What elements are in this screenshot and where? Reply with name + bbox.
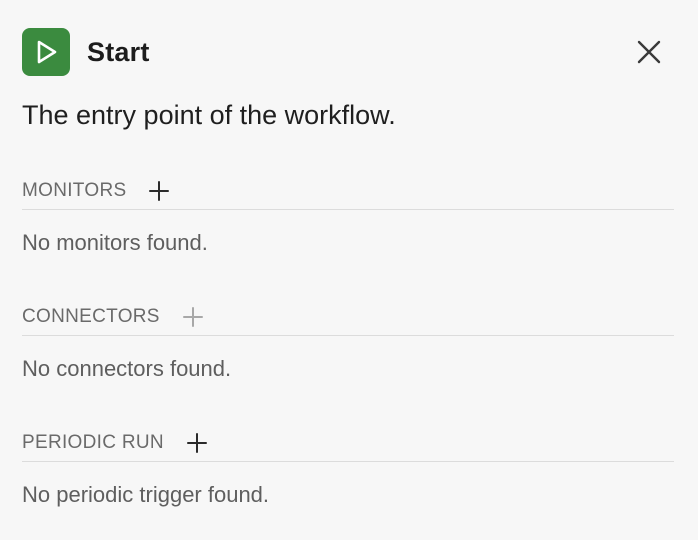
periodic-run-empty-text: No periodic trigger found. xyxy=(22,482,270,507)
panel-title: Start xyxy=(87,36,150,67)
close-icon[interactable] xyxy=(636,39,662,65)
section-label-periodic-run: PERIODIC RUN xyxy=(22,432,164,453)
monitors-empty-text: No monitors found. xyxy=(22,230,208,255)
play-icon xyxy=(22,28,70,76)
add-monitor-plus-icon[interactable] xyxy=(148,180,170,202)
monitors-section-header: MONITORS xyxy=(22,173,674,210)
connectors-section: CONNECTORS No connectors found. xyxy=(22,299,674,382)
start-node-panel: Start The entry point of the workflow. M… xyxy=(0,0,698,540)
periodic-run-section-header: PERIODIC RUN xyxy=(22,425,674,462)
panel-description: The entry point of the workflow. xyxy=(22,100,396,130)
monitors-section: MONITORS No monitors found. xyxy=(22,173,674,256)
section-label-connectors: CONNECTORS xyxy=(22,306,160,327)
section-label-monitors: MONITORS xyxy=(22,180,127,201)
connectors-section-header: CONNECTORS xyxy=(22,299,674,336)
connectors-empty-text: No connectors found. xyxy=(22,356,232,381)
panel-header: Start xyxy=(22,28,674,76)
add-periodic-trigger-plus-icon[interactable] xyxy=(186,432,208,454)
add-connector-plus-icon xyxy=(182,306,204,328)
periodic-run-section: PERIODIC RUN No periodic trigger found. xyxy=(22,425,674,508)
